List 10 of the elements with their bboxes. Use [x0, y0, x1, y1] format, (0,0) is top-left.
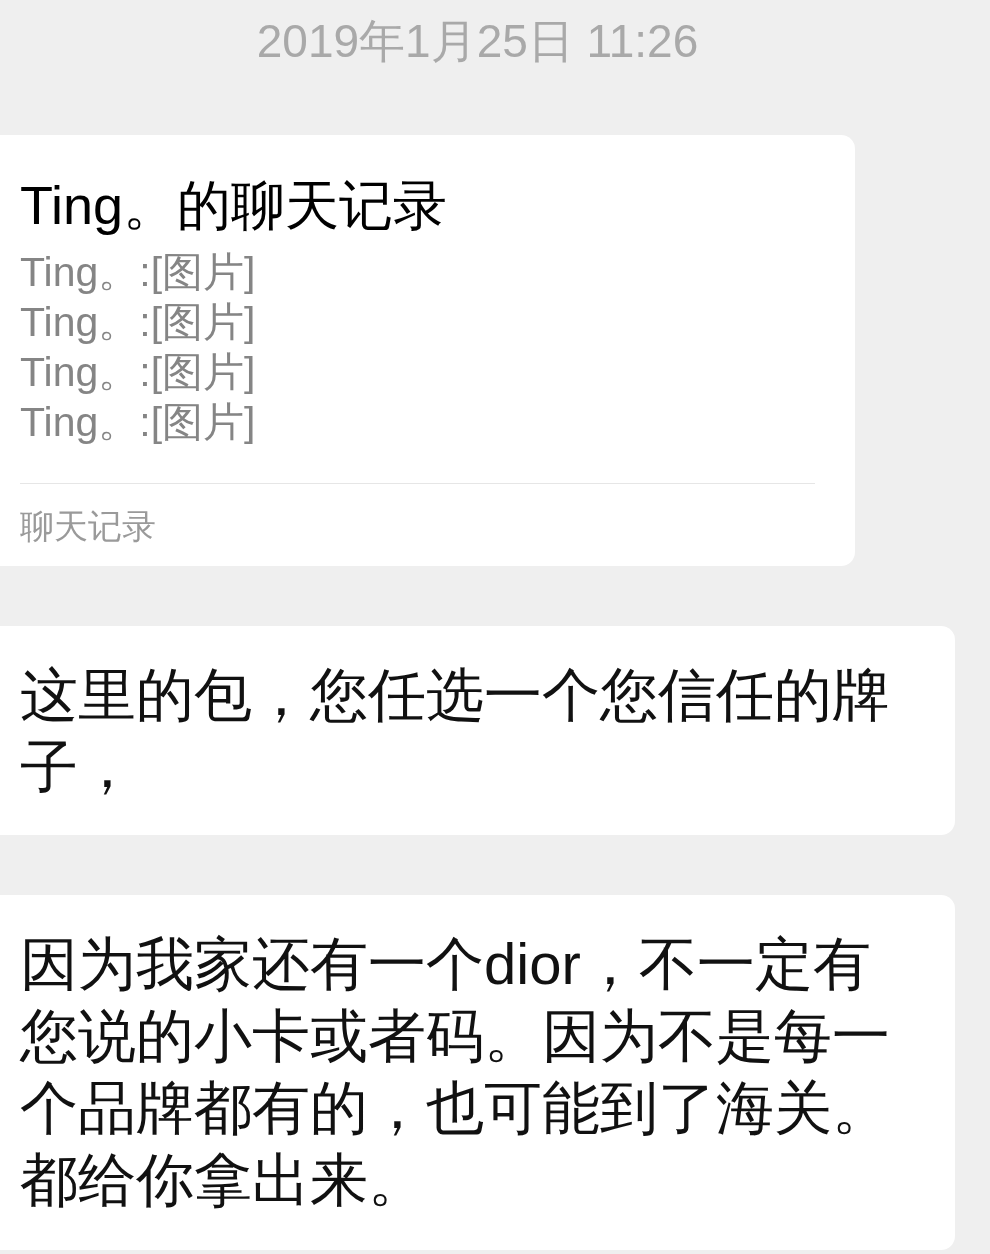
chat-record-card[interactable]: Ting。的聊天记录 Ting。:[图片] Ting。:[图片] Ting。:[图片] Ting。:[图片] 聊天记录	[0, 135, 855, 566]
record-preview-line: Ting。:[图片]	[20, 249, 256, 295]
record-preview-line: Ting。:[图片]	[20, 349, 256, 395]
record-footer-label: 聊天记录	[20, 507, 156, 545]
record-title: Ting。的聊天记录	[20, 175, 448, 235]
record-preview-line: Ting。:[图片]	[20, 299, 256, 345]
message-text: 因为我家还有一个dior，不一定有您说的小卡或者码。因为不是每一个品牌都有的，也可能到了海关。都给你拿出来。	[20, 930, 891, 1214]
timestamp: 2019年1月25日 11:26	[256, 15, 699, 67]
record-preview-line: Ting。:[图片]	[20, 399, 256, 445]
message-text: 这里的包，您任选一个您信任的牌子，	[20, 661, 891, 801]
